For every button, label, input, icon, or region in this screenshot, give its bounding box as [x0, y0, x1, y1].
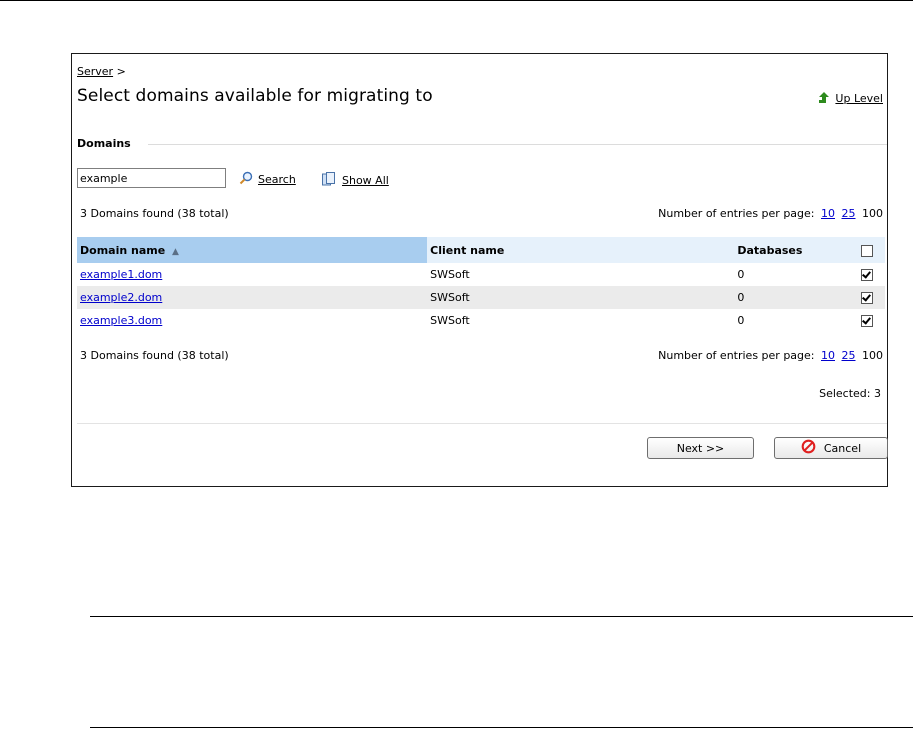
row-checkbox[interactable]: [861, 292, 874, 304]
show-all-label: Show All: [342, 174, 389, 187]
domains-table: Domain name ▲ Client name Databases exam…: [77, 237, 885, 332]
show-all-button[interactable]: Show All: [321, 171, 389, 190]
next-button[interactable]: Next >>: [647, 437, 754, 459]
per-page-option-100: 100: [862, 349, 883, 362]
entries-per-page-label: Number of entries per page:: [658, 207, 815, 220]
per-page-option-100: 100: [862, 207, 883, 220]
per-page-option-10[interactable]: 10: [821, 349, 835, 362]
search-button[interactable]: Search: [239, 171, 296, 188]
per-page-option-10[interactable]: 10: [821, 207, 835, 220]
column-header-domain-name[interactable]: Domain name ▲: [77, 237, 428, 263]
next-button-label: Next >>: [676, 441, 725, 455]
client-cell: SWSoft: [427, 286, 735, 309]
green-up-arrow-icon: [817, 91, 831, 105]
entries-per-page-label: Number of entries per page:: [658, 349, 815, 362]
table-row: example2.dom SWSoft 0: [77, 286, 885, 309]
breadcrumb: Server >: [77, 65, 126, 78]
per-page-option-25[interactable]: 25: [842, 207, 856, 220]
databases-cell: 0: [734, 286, 850, 309]
pages-icon: [321, 171, 337, 190]
column-header-databases[interactable]: Databases: [734, 237, 850, 263]
section-title-domains: Domains: [77, 137, 131, 150]
domain-link[interactable]: example1.dom: [80, 268, 162, 281]
no-sign-icon: [801, 439, 816, 457]
magnifier-icon: [239, 171, 253, 188]
document-rule: [90, 616, 913, 617]
search-label: Search: [258, 173, 296, 186]
footer-divider: [77, 423, 887, 424]
up-level-label: Up Level: [835, 91, 883, 105]
sort-ascending-icon: ▲: [172, 246, 179, 257]
domain-link[interactable]: example3.dom: [80, 314, 162, 327]
databases-cell: 0: [737, 314, 745, 327]
databases-cell: 0: [737, 268, 745, 281]
client-cell: SWSoft: [430, 268, 470, 281]
column-header-label: Domain name: [80, 243, 166, 257]
results-count-top: 3 Domains found (38 total): [80, 207, 229, 220]
domain-link[interactable]: example2.dom: [80, 291, 162, 304]
table-header-row: Domain name ▲ Client name Databases: [77, 237, 885, 263]
per-page-option-25[interactable]: 25: [842, 349, 856, 362]
table-row: example3.dom SWSoft 0: [77, 309, 885, 332]
breadcrumb-separator: >: [116, 65, 126, 78]
document-rule: [90, 727, 913, 728]
select-all-checkbox-cell[interactable]: [849, 237, 885, 263]
select-all-checkbox[interactable]: [861, 244, 874, 257]
selected-count: Selected: 3: [819, 387, 881, 400]
cancel-button[interactable]: Cancel: [774, 437, 888, 459]
dialog-screenshot: Server > Select domains available for mi…: [71, 53, 888, 487]
entries-per-page-top: Number of entries per page: 10 25 100: [658, 207, 883, 220]
client-cell: SWSoft: [430, 314, 470, 327]
table-row: example1.dom SWSoft 0: [77, 263, 885, 286]
row-checkbox[interactable]: [861, 315, 874, 327]
search-input[interactable]: [77, 168, 226, 188]
document-top-rule: [0, 0, 913, 1]
page-title: Select domains available for migrating t…: [77, 86, 433, 106]
results-count-bottom: 3 Domains found (38 total): [80, 349, 229, 362]
breadcrumb-link-server[interactable]: Server: [77, 65, 113, 78]
section-divider: [148, 144, 887, 145]
cancel-button-label: Cancel: [823, 441, 862, 455]
up-level-link[interactable]: Up Level: [817, 91, 883, 105]
column-header-client-name[interactable]: Client name: [427, 237, 735, 263]
row-checkbox[interactable]: [861, 269, 874, 281]
entries-per-page-bottom: Number of entries per page: 10 25 100: [658, 349, 883, 362]
